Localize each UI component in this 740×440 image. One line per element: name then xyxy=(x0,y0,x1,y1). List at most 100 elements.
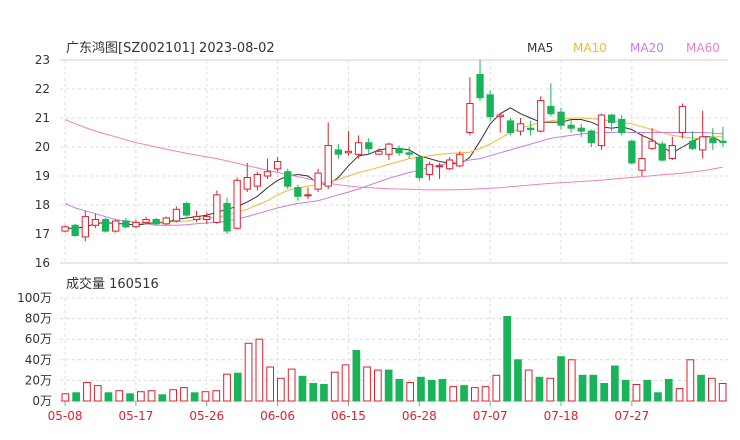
x-tick-label: 05-08 xyxy=(48,409,83,423)
candle-body xyxy=(709,137,717,144)
volume-bar xyxy=(72,392,81,402)
volume-bar xyxy=(180,387,188,402)
x-tick-label: 07-27 xyxy=(614,409,649,423)
x-tick-label: 07-18 xyxy=(544,409,579,423)
volume-bar xyxy=(449,386,458,402)
volume-bar xyxy=(341,364,350,402)
volume-bar xyxy=(201,391,210,402)
candle-body xyxy=(618,119,626,133)
price-tick-label: 19 xyxy=(35,169,50,183)
candle-body xyxy=(122,220,130,228)
volume-tick-label: 20万 xyxy=(25,373,52,387)
candle-body xyxy=(223,203,231,232)
volume-bar xyxy=(244,342,253,402)
candle-body xyxy=(152,219,160,225)
x-tick-label: 06-15 xyxy=(331,409,366,423)
volume-bar xyxy=(115,390,124,402)
volume-bar xyxy=(384,369,393,402)
volume-bar xyxy=(233,372,242,402)
volume-bar xyxy=(298,375,307,402)
candle-body xyxy=(527,127,535,131)
candle-body xyxy=(304,194,312,197)
candle-body xyxy=(435,165,444,168)
candle-body xyxy=(172,208,181,222)
volume-bar xyxy=(578,374,587,402)
volume-bar xyxy=(611,365,619,402)
candle-body xyxy=(71,224,79,237)
volume-bar xyxy=(567,359,576,402)
volume-bar xyxy=(309,383,318,402)
volume-bar xyxy=(61,393,70,402)
price-tick-label: 23 xyxy=(35,53,50,67)
candle-body xyxy=(243,177,251,190)
candle-body xyxy=(142,219,150,223)
volume-bar xyxy=(363,366,371,402)
volume-bar xyxy=(266,366,274,402)
candle-body xyxy=(253,174,261,187)
volume-bar xyxy=(287,368,296,402)
legend-ma60: MA60 xyxy=(686,41,720,55)
candle-body xyxy=(81,216,89,238)
candle-body xyxy=(638,158,646,171)
price-tick-label: 22 xyxy=(35,82,50,96)
candle-body xyxy=(628,140,636,164)
volume-bar xyxy=(417,376,425,402)
candle-body xyxy=(597,114,606,147)
candle-body xyxy=(537,100,545,132)
x-tick-label: 05-17 xyxy=(118,409,153,423)
candle-body xyxy=(375,150,383,155)
volume-bar xyxy=(374,369,382,402)
candle-body xyxy=(466,103,474,133)
volume-bar xyxy=(535,376,544,402)
candle-body xyxy=(608,114,616,123)
candle-body xyxy=(274,161,282,170)
chart-canvas: 16 17 18 19 20 21 22 23 0万 20万 40万 60万 80万 100万 05-08 0… xyxy=(17,40,728,423)
candle-body xyxy=(719,140,727,144)
volume-tick-label: 80万 xyxy=(25,312,52,326)
candle-body xyxy=(486,94,494,118)
volume-bar xyxy=(438,378,447,402)
legend: MA5 MA10 MA20 MA60 xyxy=(527,41,720,55)
volume-bar xyxy=(514,359,522,402)
volume-bar xyxy=(320,384,328,402)
candle-body xyxy=(112,220,120,232)
candle-body xyxy=(365,142,373,149)
price-tick-label: 18 xyxy=(35,198,50,212)
candle-body xyxy=(456,153,464,167)
candle-body xyxy=(132,221,140,228)
candle-body xyxy=(233,179,241,229)
volume-bar xyxy=(589,374,598,402)
volume-bar xyxy=(147,390,156,402)
legend-ma5: MA5 xyxy=(527,41,553,55)
volume-bar xyxy=(503,316,511,402)
volume-title: 成交量 160516 xyxy=(66,276,159,292)
volume-bar xyxy=(406,382,414,402)
volume-bar xyxy=(481,386,490,402)
candle-body xyxy=(648,140,656,149)
candle-body xyxy=(203,216,211,221)
candle-body xyxy=(577,127,585,132)
candle-body xyxy=(294,187,302,197)
volume-bar xyxy=(352,350,361,402)
candle-body xyxy=(415,156,424,178)
candle-body xyxy=(496,114,504,118)
candle-body xyxy=(284,171,292,187)
legend-ma20: MA20 xyxy=(630,41,664,55)
candle-body xyxy=(385,143,393,155)
volume-bar xyxy=(169,389,178,402)
candle-body xyxy=(557,111,565,126)
candle-body xyxy=(182,203,191,216)
volume-tick-label: 40万 xyxy=(25,353,52,367)
candle-body xyxy=(688,140,697,149)
x-tick-label: 06-28 xyxy=(402,409,437,423)
volume-bar xyxy=(632,384,641,402)
candle-body xyxy=(91,219,100,226)
candle-body xyxy=(213,194,221,223)
candle-body xyxy=(567,124,575,129)
price-tick-label: 20 xyxy=(35,140,50,154)
candle-body xyxy=(334,149,343,155)
volume-tick-label: 0万 xyxy=(32,394,52,408)
volume-bar xyxy=(137,391,145,402)
candle-body xyxy=(506,120,515,134)
volume-bar xyxy=(471,387,479,402)
